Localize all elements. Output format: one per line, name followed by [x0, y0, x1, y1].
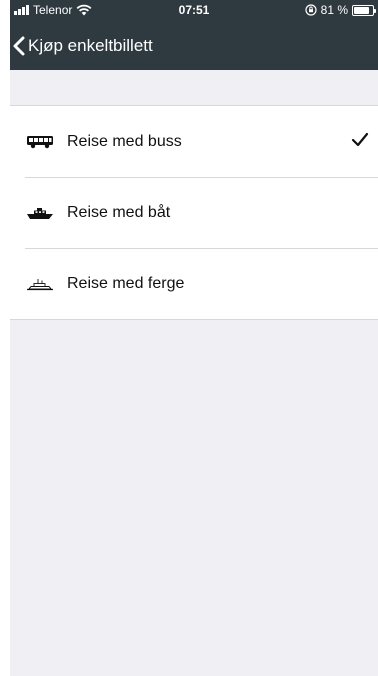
top-bar: Telenor 07:51 81 % Kjøp enkeltbillett [10, 0, 378, 70]
status-bar: Telenor 07:51 81 % [10, 0, 378, 22]
ferry-icon [25, 275, 55, 293]
checkmark-icon [351, 132, 369, 147]
status-right: 81 % [305, 3, 376, 17]
page-title: Kjøp enkeltbillett [28, 36, 153, 55]
option-label: Reise med ferge [67, 274, 185, 292]
back-button[interactable]: Kjøp enkeltbillett [10, 30, 153, 62]
boat-icon [25, 204, 55, 222]
bus-icon [25, 133, 55, 151]
travel-option-list: Reise med buss Reise med båt Reise med f… [10, 105, 378, 320]
battery-fill [354, 6, 369, 14]
option-ferry[interactable]: Reise med ferge [10, 248, 378, 319]
option-label: Reise med båt [67, 203, 171, 221]
battery-icon [352, 4, 376, 16]
chevron-left-icon [13, 36, 25, 56]
app-screen: Telenor 07:51 81 % Kjøp enkeltbillett Re… [10, 0, 378, 676]
rotation-lock-icon [305, 4, 317, 16]
option-bus[interactable]: Reise med buss [10, 106, 378, 177]
option-label: Reise med buss [67, 132, 182, 150]
battery-percent: 81 % [320, 3, 348, 17]
option-boat[interactable]: Reise med båt [10, 177, 378, 248]
